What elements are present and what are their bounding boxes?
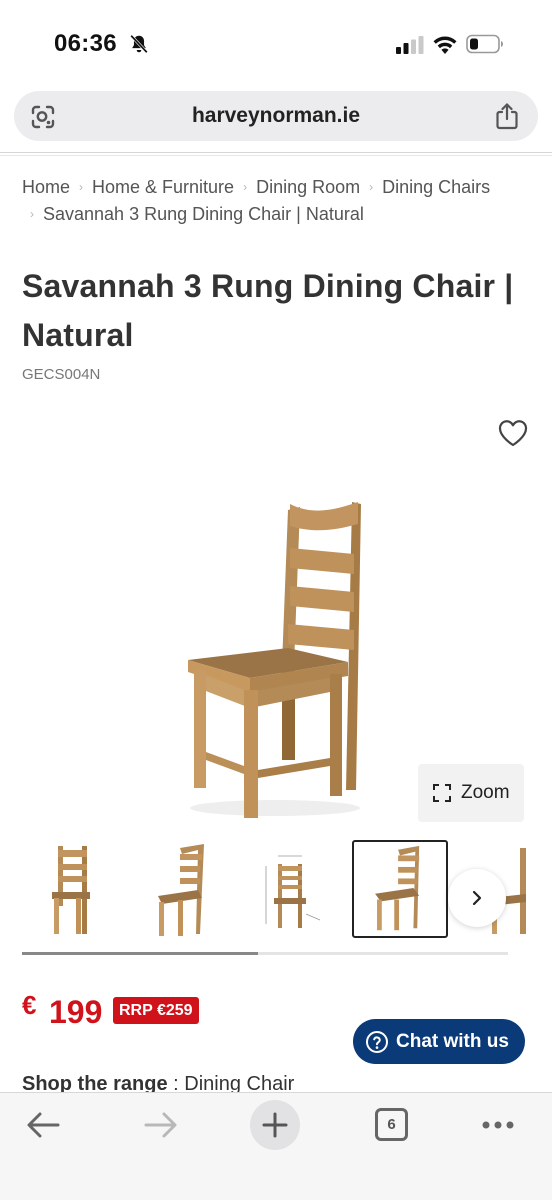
thumbnail[interactable] (22, 840, 118, 938)
bell-slash-icon (130, 34, 148, 54)
chat-button[interactable]: Chat with us (353, 1019, 525, 1064)
zoom-button[interactable]: Zoom (418, 764, 524, 822)
scrollbar-thumb[interactable] (22, 952, 258, 955)
breadcrumb-separator: › (369, 180, 374, 194)
rrp-badge: RRP €259 (113, 997, 199, 1024)
thumbnail[interactable] (244, 840, 340, 938)
zoom-label: Zoom (461, 782, 510, 803)
signal-icon (396, 36, 424, 54)
more-button[interactable] (478, 1107, 522, 1143)
product-title: Savannah 3 Rung Dining Chair | Natural (22, 268, 514, 353)
product-sku: GECS004N (22, 366, 101, 383)
price-currency: € (22, 990, 37, 1020)
share-icon[interactable] (494, 102, 520, 130)
back-button[interactable] (22, 1107, 66, 1143)
breadcrumb-current: Savannah 3 Rung Dining Chair | Natural (43, 204, 364, 224)
price-value: 199 (49, 994, 103, 1030)
chat-label: Chat with us (396, 1031, 509, 1052)
new-tab-button[interactable] (250, 1100, 300, 1150)
heart-icon[interactable] (497, 418, 529, 448)
url-text[interactable]: harveynorman.ie (14, 104, 538, 128)
more-icon (482, 1121, 514, 1129)
tabs-button[interactable]: 6 (375, 1108, 408, 1141)
thumbnail-selected[interactable] (352, 840, 448, 938)
breadcrumb-separator: › (79, 180, 84, 194)
product-image[interactable] (170, 490, 390, 830)
breadcrumb-separator: › (243, 180, 248, 194)
status-bar: 06:36 (0, 0, 552, 86)
breadcrumb-dining-room[interactable]: Dining Room (256, 177, 360, 197)
plus-icon (262, 1112, 288, 1138)
breadcrumb-dining-chairs[interactable]: Dining Chairs (382, 177, 490, 197)
chevron-right-icon (472, 890, 482, 906)
address-bar[interactable]: harveynorman.ie (14, 91, 538, 141)
breadcrumb: Home › Home & Furniture › Dining Room › Dining… (22, 175, 532, 229)
breadcrumb-home-furniture[interactable]: Home & Furniture (92, 177, 234, 197)
expand-icon (433, 784, 451, 802)
browser-toolbar: 6 (0, 1092, 552, 1200)
thumbnail-scrollbar[interactable] (22, 952, 508, 955)
wifi-icon (433, 36, 457, 54)
battery-icon (466, 34, 503, 54)
breadcrumb-separator: › (30, 207, 34, 221)
forward-icon (144, 1112, 177, 1138)
page-divider (0, 152, 552, 156)
next-image-button[interactable] (448, 869, 506, 927)
help-circle-icon (366, 1031, 388, 1053)
back-icon (27, 1112, 60, 1138)
forward-button[interactable] (138, 1107, 182, 1143)
thumbnail[interactable] (134, 840, 230, 938)
status-time: 06:36 (54, 30, 117, 57)
breadcrumb-home[interactable]: Home (22, 177, 70, 197)
